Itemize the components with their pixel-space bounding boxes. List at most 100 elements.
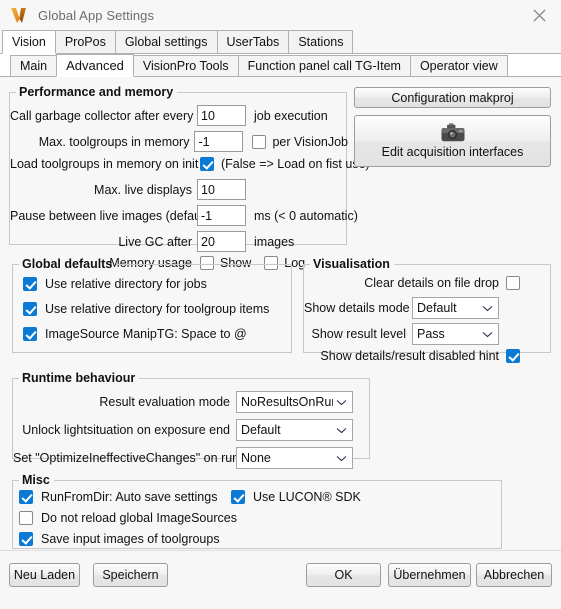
chevron-down-icon (336, 427, 348, 434)
tab-operator-view[interactable]: Operator view (409, 55, 508, 76)
label-show-result-level: Show result level (311, 327, 407, 341)
tab-usertabs[interactable]: UserTabs (216, 30, 290, 53)
group-global-defaults: Global defaults Use relative directory f… (12, 257, 292, 353)
tab-label: Advanced (66, 58, 124, 73)
label-max-live-displays: Max. live displays (94, 182, 192, 197)
tab-global-settings[interactable]: Global settings (114, 30, 218, 53)
camera-icon (440, 123, 466, 143)
group-misc: Misc RunFromDir: Auto save settings Use … (12, 473, 502, 549)
label-load-toolgroups-hint: (False => Load on fist use) (221, 157, 370, 171)
app-logo-v-icon (10, 6, 28, 24)
show-details-mode-dropdown[interactable]: Default (412, 297, 499, 319)
tab-stations[interactable]: Stations (288, 30, 354, 53)
call-gc-input[interactable] (197, 105, 246, 126)
label-clear-details-on-file-drop: Clear details on file drop (364, 276, 499, 290)
tab-function-panel-call[interactable]: Function panel call TG-Item (237, 55, 411, 76)
optimize-ineffective-changes-value: None (241, 451, 271, 465)
label-pause-between-live: Pause between live images (default) (10, 208, 212, 223)
configuration-makproj-label: Configuration makproj (391, 90, 514, 105)
tab-label: VisionPro Tools (142, 59, 229, 73)
load-toolgroups-checkbox[interactable] (200, 157, 214, 171)
tab-advanced[interactable]: Advanced (56, 54, 134, 77)
misc-row: Use LUCON® SDK (231, 490, 361, 504)
group-runtime-behaviour: Runtime behaviour Result evaluation mode… (12, 371, 370, 469)
show-result-level-dropdown[interactable]: Pass (412, 323, 499, 345)
tab-label: ProPos (64, 35, 106, 49)
result-evaluation-mode-value: NoResultsOnRunEn (241, 395, 333, 409)
secondary-tab-bar: Main Advanced VisionPro Tools Function p… (0, 54, 561, 77)
ok-label: OK (334, 568, 353, 582)
use-relative-dir-jobs-checkbox[interactable] (23, 277, 37, 291)
settings-page: Performance and memory Call garbage coll… (0, 77, 561, 603)
save-input-images-checkbox[interactable] (19, 532, 33, 546)
primary-tab-bar: Vision ProPos Global settings UserTabs S… (0, 30, 561, 54)
show-result-level-value: Pass (417, 327, 445, 341)
pause-between-live-input[interactable] (197, 205, 246, 226)
global-default-row: ImageSource ManipTG: Space to @ (23, 327, 247, 341)
tab-label: Function panel call TG-Item (247, 59, 401, 73)
misc-row: Save input images of toolgroups (19, 532, 220, 546)
close-icon[interactable] (517, 0, 561, 30)
tab-label: Global settings (124, 35, 208, 49)
group-legend: Visualisation (313, 257, 390, 271)
label-live-gc-after: Live GC after (118, 234, 192, 249)
edit-acquisition-interfaces-button[interactable]: Edit acquisition interfaces (354, 115, 551, 167)
tab-label: Main (20, 59, 48, 73)
ok-button[interactable]: OK (306, 563, 381, 587)
group-legend: Performance and memory (19, 85, 174, 99)
tab-main[interactable]: Main (10, 55, 58, 76)
tab-label: Vision (12, 35, 46, 49)
abbrechen-button[interactable]: Abbrechen (476, 563, 552, 587)
unlock-lightsituation-dropdown[interactable]: Default (236, 419, 353, 441)
label-use-lucon-sdk: Use LUCON® SDK (253, 490, 361, 504)
speichern-button[interactable]: Speichern (93, 563, 168, 587)
group-visualisation: Visualisation Clear details on file drop… (303, 257, 551, 363)
per-visionjob-checkbox[interactable] (252, 134, 267, 149)
window-title: Global App Settings (38, 7, 155, 23)
live-gc-after-input[interactable] (197, 231, 246, 252)
group-legend: Global defaults (22, 257, 113, 271)
tab-label: Operator view (419, 59, 498, 73)
label-job-execution: job execution (254, 108, 328, 123)
tab-label: Stations (298, 35, 344, 49)
optimize-ineffective-changes-dropdown[interactable]: None (236, 447, 353, 469)
clear-details-on-file-drop-checkbox[interactable] (506, 276, 520, 290)
chevron-down-icon (336, 399, 348, 406)
unlock-lightsituation-value: Default (241, 423, 281, 437)
configuration-makproj-button[interactable]: Configuration makproj (354, 87, 551, 108)
label-call-gc: Call garbage collector after every (10, 108, 194, 123)
global-default-row: Use relative directory for jobs (23, 277, 207, 291)
label-ms-automatic: ms (< 0 automatic) (254, 208, 358, 223)
abbrechen-label: Abbrechen (483, 568, 545, 582)
neu-laden-button[interactable]: Neu Laden (9, 563, 80, 587)
label-images: images (254, 234, 295, 249)
do-not-reload-imagesources-checkbox[interactable] (19, 511, 33, 525)
imagesource-maniptg-checkbox[interactable] (23, 327, 37, 341)
label-use-relative-dir-jobs: Use relative directory for jobs (45, 277, 207, 291)
global-default-row: Use relative directory for toolgroup ite… (23, 302, 269, 316)
uebernehmen-button[interactable]: Übernehmen (388, 563, 471, 587)
use-relative-dir-toolgroup-checkbox[interactable] (23, 302, 37, 316)
label-unlock-lightsituation: Unlock lightsituation on exposure end (22, 423, 230, 437)
label-use-relative-dir-toolgroup: Use relative directory for toolgroup ite… (45, 302, 270, 316)
runfromdir-autosave-checkbox[interactable] (19, 490, 33, 504)
max-toolgroups-input[interactable] (194, 131, 244, 152)
group-performance-and-memory: Performance and memory Call garbage coll… (9, 85, 370, 270)
label-show-details-result-disabled-hint: Show details/result disabled hint (320, 349, 499, 363)
chevron-down-icon (336, 455, 348, 462)
misc-row: RunFromDir: Auto save settings (19, 490, 217, 504)
result-evaluation-mode-dropdown[interactable]: NoResultsOnRunEn (236, 391, 353, 413)
show-details-result-disabled-hint-checkbox[interactable] (506, 349, 520, 363)
max-live-displays-input[interactable] (197, 179, 246, 200)
tab-label: UserTabs (226, 35, 280, 49)
label-optimize-ineffective-changes: Set "OptimizeIneffectiveChanges" on run (13, 451, 240, 465)
use-lucon-sdk-checkbox[interactable] (231, 490, 245, 504)
label-runfromdir-autosave: RunFromDir: Auto save settings (41, 490, 218, 504)
tab-propos[interactable]: ProPos (54, 30, 116, 53)
neu-laden-label: Neu Laden (13, 568, 76, 582)
tab-vision[interactable]: Vision (2, 30, 56, 54)
chevron-down-icon (482, 305, 494, 312)
tab-visionpro-tools[interactable]: VisionPro Tools (132, 55, 239, 76)
title-bar: Global App Settings (0, 0, 561, 30)
edit-acquisition-interfaces-label: Edit acquisition interfaces (381, 145, 524, 159)
